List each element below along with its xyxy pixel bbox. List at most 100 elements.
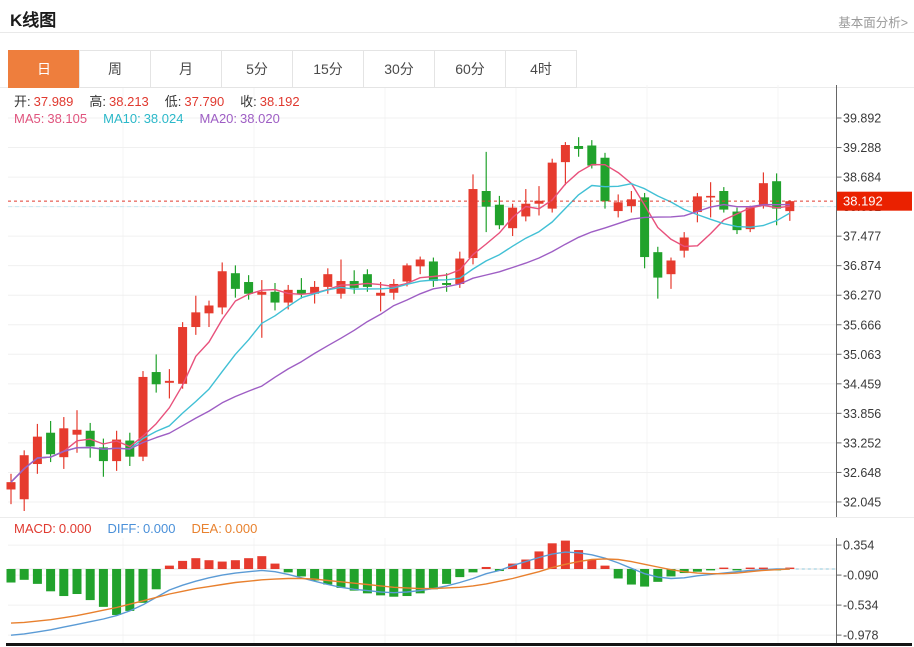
candle-body bbox=[442, 283, 451, 285]
macd-tick-label: 0.354 bbox=[843, 539, 874, 553]
y-tick-label: 36.874 bbox=[843, 259, 881, 273]
macd-bar bbox=[455, 569, 464, 577]
candle-body bbox=[376, 293, 385, 296]
ohlc-row-value: 38.192 bbox=[260, 94, 300, 109]
ohlc-row-label: 低: bbox=[165, 94, 182, 109]
candle-body bbox=[627, 199, 636, 206]
candle-body bbox=[191, 312, 200, 327]
candle-body bbox=[178, 327, 187, 384]
macd-bar bbox=[73, 569, 82, 594]
ma-row-label: MA5: bbox=[14, 111, 44, 126]
header-divider bbox=[0, 32, 914, 33]
candle-body bbox=[73, 430, 82, 435]
macd-bar bbox=[165, 566, 174, 569]
tab-timeframe-7[interactable]: 4时 bbox=[505, 50, 577, 88]
macd-bar bbox=[535, 551, 544, 569]
y-tick-label: 32.648 bbox=[843, 466, 881, 480]
y-tick-label: 35.063 bbox=[843, 348, 881, 362]
candle-body bbox=[746, 208, 755, 230]
macd-tick-label: -0.090 bbox=[843, 569, 878, 583]
macd-row-value: 0.000 bbox=[143, 521, 176, 536]
tab-timeframe-5[interactable]: 30分 bbox=[363, 50, 435, 88]
candle-body bbox=[323, 274, 332, 287]
ohlc-row-item-3: 收:38.192 bbox=[240, 91, 299, 110]
fundamental-analysis-link[interactable]: 基本面分析> bbox=[838, 12, 908, 31]
candle-body bbox=[7, 482, 16, 489]
ohlc-row-label: 开: bbox=[14, 94, 31, 109]
ohlc-row-item-0: 开:37.989 bbox=[14, 91, 73, 110]
candle-body bbox=[653, 252, 662, 277]
macd-row-label: DEA: bbox=[191, 521, 221, 536]
ma20-line bbox=[11, 205, 790, 483]
macd-bar bbox=[218, 562, 227, 569]
macd-bar bbox=[587, 560, 596, 569]
candle-body bbox=[363, 274, 372, 287]
tab-timeframe-2[interactable]: 月 bbox=[150, 50, 222, 88]
ma-row-item-1: MA10:38.024 bbox=[103, 111, 183, 126]
candle-body bbox=[693, 196, 702, 212]
candle-body bbox=[271, 292, 280, 303]
macd-bar bbox=[337, 569, 346, 588]
macd-bar bbox=[640, 569, 649, 587]
macd-bar bbox=[284, 569, 293, 572]
macd-chart[interactable]: 0.354-0.090-0.534-0.978 bbox=[0, 538, 914, 643]
macd-bar bbox=[733, 569, 742, 570]
macd-bar bbox=[653, 569, 662, 582]
ohlc-row-value: 37.989 bbox=[34, 94, 74, 109]
macd-row-item-1: DIFF:0.000 bbox=[107, 521, 175, 536]
ma-row-value: 38.024 bbox=[144, 111, 184, 126]
macd-row-label: MACD: bbox=[14, 521, 56, 536]
macd-bar bbox=[139, 569, 148, 603]
macd-row-label: DIFF: bbox=[107, 521, 140, 536]
candle-body bbox=[429, 261, 438, 281]
candle-body bbox=[482, 191, 491, 207]
macd-bar bbox=[601, 566, 610, 569]
macd-bar bbox=[191, 558, 200, 569]
tab-timeframe-3[interactable]: 5分 bbox=[221, 50, 293, 88]
ohlc-readout: 开:37.989高:38.213低:37.790收:38.192 bbox=[14, 91, 300, 110]
candle-body bbox=[152, 372, 161, 384]
macd-bar bbox=[271, 564, 280, 569]
candle-body bbox=[297, 290, 306, 294]
macd-bar bbox=[746, 568, 755, 569]
candle-body bbox=[706, 196, 715, 198]
macd-row-value: 0.000 bbox=[59, 521, 92, 536]
y-tick-label: 35.666 bbox=[843, 318, 881, 332]
macd-bar bbox=[297, 569, 306, 576]
macd-readout: MACD:0.000DIFF:0.000DEA:0.000 bbox=[14, 521, 257, 536]
page-title: K线图 bbox=[10, 6, 56, 31]
y-tick-label: 32.045 bbox=[843, 495, 881, 509]
price-badge-label: 38.192 bbox=[843, 194, 883, 209]
macd-bar bbox=[442, 569, 451, 584]
candle-body bbox=[719, 191, 728, 210]
macd-bar bbox=[323, 569, 332, 585]
macd-bar bbox=[33, 569, 42, 584]
tab-timeframe-4[interactable]: 15分 bbox=[292, 50, 364, 88]
tab-timeframe-0[interactable]: 日 bbox=[8, 50, 80, 88]
tab-timeframe-6[interactable]: 60分 bbox=[434, 50, 506, 88]
candle-body bbox=[284, 290, 293, 303]
y-tick-label: 39.892 bbox=[843, 112, 881, 126]
candle-body bbox=[20, 455, 29, 499]
candle-body bbox=[587, 145, 596, 165]
bottom-border bbox=[6, 643, 912, 646]
macd-bar bbox=[178, 561, 187, 569]
y-tick-label: 39.288 bbox=[843, 141, 881, 155]
candle-body bbox=[46, 433, 55, 455]
macd-bar bbox=[244, 558, 253, 569]
candle-body bbox=[667, 260, 676, 274]
macd-bar bbox=[548, 543, 557, 569]
ma5-line bbox=[11, 165, 790, 483]
macd-bar bbox=[469, 569, 478, 572]
candle-body bbox=[205, 305, 214, 313]
candle-body bbox=[521, 204, 530, 217]
tab-timeframe-1[interactable]: 周 bbox=[79, 50, 151, 88]
kline-widget: K线图 基本面分析> 日周月5分15分30分60分4时 39.892 39.288… bbox=[0, 0, 914, 647]
candlestick-chart[interactable]: 39.89239.28838.68438.08137.47736.87436.2… bbox=[0, 85, 914, 517]
candle-body bbox=[403, 265, 412, 281]
macd-row-item-2: DEA:0.000 bbox=[191, 521, 257, 536]
macd-bar bbox=[719, 568, 728, 569]
candle-body bbox=[574, 146, 583, 149]
candle-body bbox=[231, 273, 240, 289]
macd-bar bbox=[86, 569, 95, 600]
